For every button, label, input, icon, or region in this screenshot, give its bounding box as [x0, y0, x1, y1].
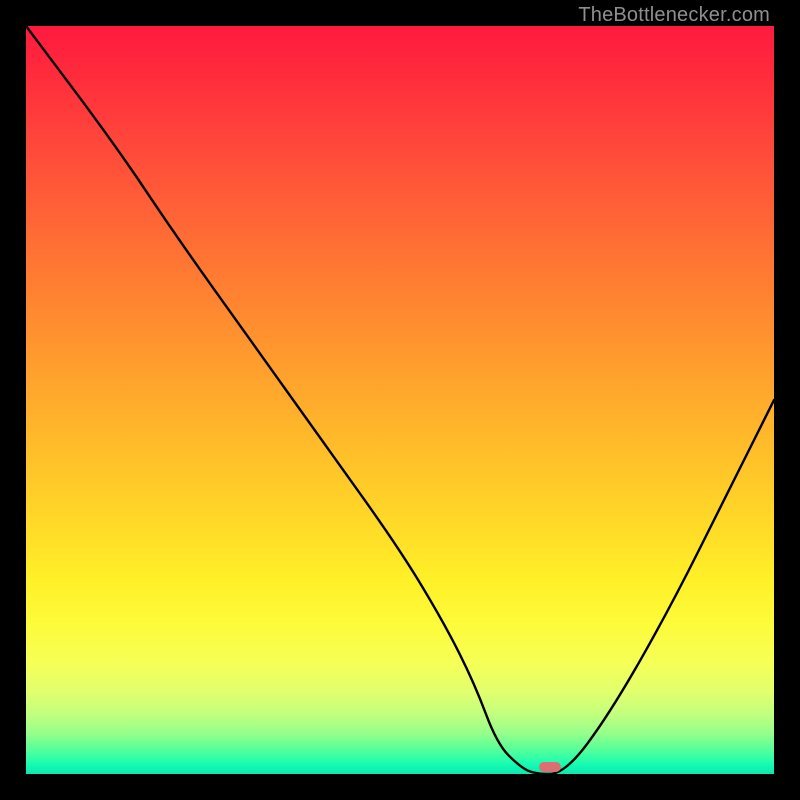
- optimum-marker: [539, 762, 561, 772]
- watermark-label: TheBottlenecker.com: [578, 4, 770, 27]
- plot-area: [26, 26, 774, 774]
- bottleneck-curve: [26, 26, 774, 774]
- chart-frame: TheBottlenecker.com: [0, 0, 800, 800]
